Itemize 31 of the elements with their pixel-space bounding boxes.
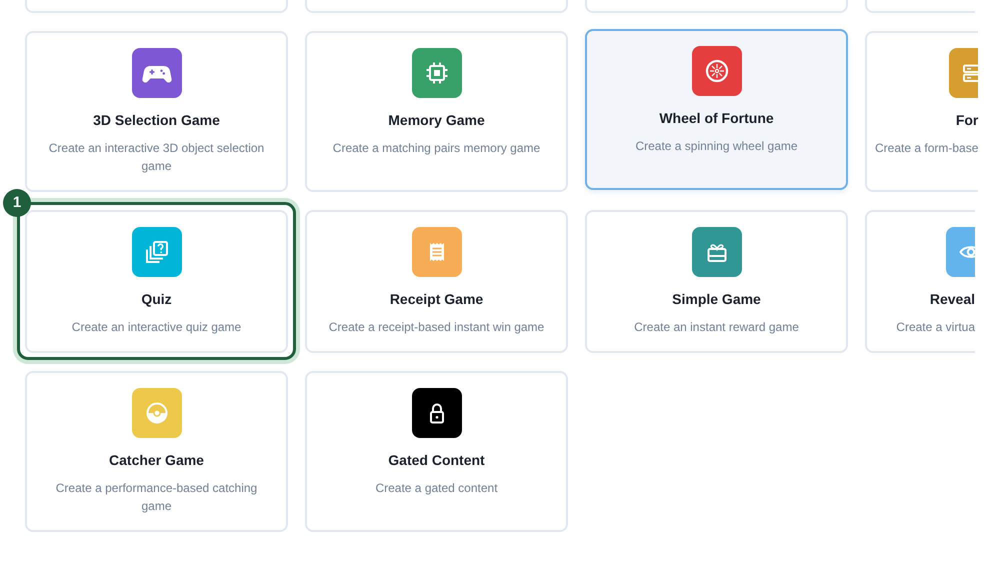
card-title: 3D Selection Game [93,111,220,130]
card-title: Catcher Game [109,451,204,470]
card-description: Create an instant reward game [634,319,799,336]
step-badge: 1 [3,189,31,217]
card-description: Create an interactive 3D object selection game [48,140,266,175]
game-card[interactable]: Simple Game Create an instant reward game [585,210,848,353]
game-card[interactable]: For Create a form-base [865,31,978,192]
game-card[interactable]: Quiz Create an interactive quiz game [25,210,288,353]
card-title: Receipt Game [390,290,484,309]
game-card[interactable]: Memory Game Create a matching pairs memory game [305,31,568,192]
card-title: Gated Content [388,451,485,470]
card-description: Create a virtua [896,319,975,336]
card-description: Create a form-base [875,140,978,157]
game-card[interactable]: Catcher Game Create a performance-based catching game [25,371,288,532]
card-description: Create a gated content [375,480,498,497]
game-card[interactable]: Gated Content Create a gated content [305,371,568,532]
game-card[interactable]: Wheel of Fortune Create a spinning wheel game [585,29,848,190]
card-title: Reveal [930,290,975,309]
game-card[interactable]: Receipt Game Create a receipt-based instant win game [305,210,568,353]
card-description: Create a receipt-based instant win game [328,319,544,336]
card-description: Create a matching pairs memory game [332,140,540,157]
card-description: Create a performance-based catching game [54,480,258,515]
card-title: Simple Game [672,290,761,309]
card-title: Memory Game [388,111,485,130]
card-title: For [956,111,978,130]
game-card[interactable]: 3D Selection Game Create an interactive 3D object selection game [25,31,288,192]
card-title: Quiz [141,290,172,309]
card-description: Create an interactive quiz game [72,319,242,336]
card-title: Wheel of Fortune [659,109,774,128]
game-card[interactable]: Reveal Create a virtua [865,210,975,353]
card-description: Create a spinning wheel game [635,138,798,155]
